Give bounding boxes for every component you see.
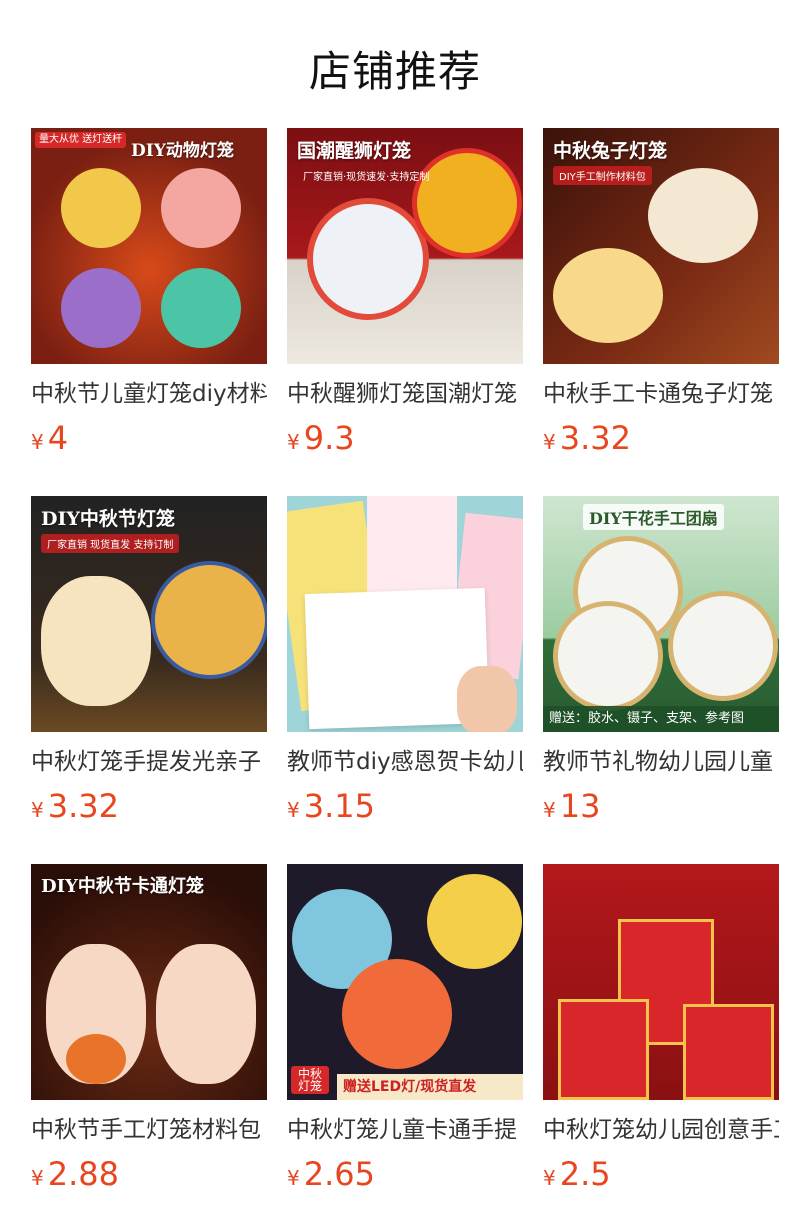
image-overlay-title: DIY动物灯笼 (131, 141, 234, 161)
price-value: 4 (47, 419, 69, 457)
price-value: 3.15 (303, 787, 375, 825)
price-value: 2.65 (303, 1155, 375, 1193)
product-image[interactable] (287, 496, 523, 732)
product-price: ¥9.3 (287, 418, 523, 458)
currency-symbol: ¥ (287, 798, 300, 822)
product-name[interactable]: 教师节礼物幼儿园儿童 (543, 746, 779, 778)
product-image[interactable]: 国潮醒狮灯笼 厂家直销·现货速发·支持定制 (287, 128, 523, 364)
product-image[interactable]: 中秋 灯笼 赠送LED灯/现货直发 (287, 864, 523, 1100)
product-name[interactable]: 中秋灯笼儿童卡通手提 (287, 1114, 523, 1146)
product-name[interactable]: 中秋手工卡通兔子灯笼 (543, 378, 779, 410)
image-tag: 量大从优 送灯送杆 (35, 132, 127, 148)
product-price: ¥4 (31, 418, 267, 458)
product-name[interactable]: 中秋节手工灯笼材料包 (31, 1114, 267, 1146)
image-strip: 赠送LED灯/现货直发 (337, 1074, 523, 1100)
image-overlay-title: 国潮醒狮灯笼 (297, 140, 412, 162)
price-value: 13 (559, 787, 601, 825)
image-subtitle: 厂家直销·现货速发·支持定制 (303, 172, 430, 183)
product-price: ¥3.15 (287, 786, 523, 826)
product-name[interactable]: 中秋节儿童灯笼diy材料包 (31, 378, 267, 410)
price-value: 2.88 (47, 1155, 119, 1193)
currency-symbol: ¥ (543, 430, 556, 454)
image-overlay-title: DIY中秋节卡通灯笼 (41, 876, 204, 897)
product-name[interactable]: 中秋灯笼幼儿园创意手工 (543, 1114, 779, 1146)
image-overlay-title: DIY干花手工团扇 (583, 504, 724, 530)
currency-symbol: ¥ (543, 798, 556, 822)
image-tag: 中秋 灯笼 (291, 1066, 329, 1094)
product-name[interactable]: 中秋醒狮灯笼国潮灯笼 (287, 378, 523, 410)
product-image[interactable]: 量大从优 送灯送杆 DIY动物灯笼 (31, 128, 267, 364)
page-title: 店铺推荐 (308, 47, 481, 96)
price-value: 3.32 (559, 419, 631, 457)
product-name[interactable]: 中秋灯笼手提发光亲子 (31, 746, 267, 778)
product-image[interactable] (543, 864, 779, 1100)
price-value: 3.32 (47, 787, 119, 825)
price-value: 9.3 (303, 419, 355, 457)
image-subtitle: DIY手工制作材料包 (553, 166, 652, 185)
product-image[interactable]: DIY干花手工团扇 赠送：胶水、镊子、支架、参考图 (543, 496, 779, 732)
image-subtitle: 厂家直销 现货直发 支持订制 (41, 534, 180, 553)
product-price: ¥2.88 (31, 1154, 267, 1194)
product-price: ¥3.32 (31, 786, 267, 826)
product-card[interactable]: DIY干花手工团扇 赠送：胶水、镊子、支架、参考图 教师节礼物幼儿园儿童 ¥13 (543, 496, 779, 826)
product-image[interactable]: 中秋兔子灯笼 DIY手工制作材料包 (543, 128, 779, 364)
product-price: ¥3.32 (543, 418, 779, 458)
price-value: 2.5 (559, 1155, 611, 1193)
currency-symbol: ¥ (31, 430, 44, 454)
product-price: ¥2.65 (287, 1154, 523, 1194)
currency-symbol: ¥ (31, 1166, 44, 1190)
product-card[interactable]: 中秋灯笼幼儿园创意手工 ¥2.5 (543, 864, 779, 1194)
image-overlay-title: 中秋兔子灯笼 (553, 140, 668, 162)
currency-symbol: ¥ (287, 1166, 300, 1190)
product-card[interactable]: 中秋兔子灯笼 DIY手工制作材料包 中秋手工卡通兔子灯笼 ¥3.32 (543, 128, 779, 458)
image-strip: 赠送：胶水、镊子、支架、参考图 (543, 706, 779, 732)
product-image[interactable]: DIY中秋节灯笼 厂家直销 现货直发 支持订制 (31, 496, 267, 732)
product-card[interactable]: 国潮醒狮灯笼 厂家直销·现货速发·支持定制 中秋醒狮灯笼国潮灯笼 ¥9.3 (287, 128, 523, 458)
product-price: ¥13 (543, 786, 779, 826)
product-card[interactable]: DIY中秋节卡通灯笼 中秋节手工灯笼材料包 ¥2.88 (31, 864, 267, 1194)
product-card[interactable]: 教师节diy感恩贺卡幼儿园 ¥3.15 (287, 496, 523, 826)
image-overlay-title: DIY中秋节灯笼 (41, 508, 175, 530)
product-image[interactable]: DIY中秋节卡通灯笼 (31, 864, 267, 1100)
product-card[interactable]: 量大从优 送灯送杆 DIY动物灯笼 中秋节儿童灯笼diy材料包 ¥4 (31, 128, 267, 458)
product-name[interactable]: 教师节diy感恩贺卡幼儿园 (287, 746, 523, 778)
product-price: ¥2.5 (543, 1154, 779, 1194)
currency-symbol: ¥ (31, 798, 44, 822)
currency-symbol: ¥ (543, 1166, 556, 1190)
product-card[interactable]: 中秋 灯笼 赠送LED灯/现货直发 中秋灯笼儿童卡通手提 ¥2.65 (287, 864, 523, 1194)
currency-symbol: ¥ (287, 430, 300, 454)
product-card[interactable]: DIY中秋节灯笼 厂家直销 现货直发 支持订制 中秋灯笼手提发光亲子 ¥3.32 (31, 496, 267, 826)
